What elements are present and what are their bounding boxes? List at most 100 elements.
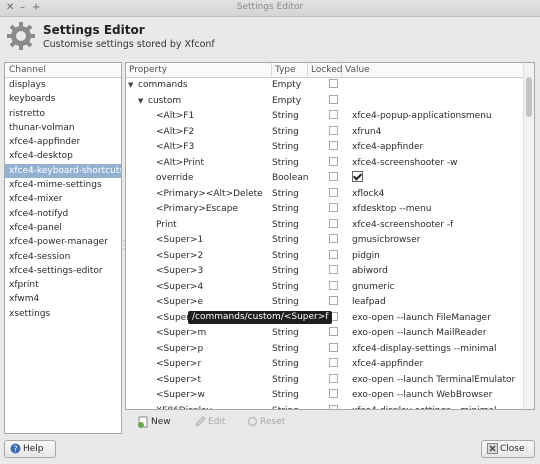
property-value-cell[interactable]: xfrun4 <box>342 125 534 141</box>
channel-item[interactable]: ristretto <box>5 107 121 121</box>
property-row[interactable]: <Super>r String xfce4-appfinder <box>126 357 524 373</box>
locked-checkbox[interactable] <box>328 249 338 259</box>
property-row[interactable]: <Super>1 String gmusicbrowser <box>126 233 524 249</box>
property-row[interactable]: Print String xfce4-screenshooter -f <box>126 218 524 234</box>
property-value-cell[interactable]: exo-open --launch FileManager <box>342 311 534 327</box>
property-value-cell[interactable]: exo-open --launch TerminalEmulator <box>342 373 534 389</box>
property-row[interactable]: <Primary>Escape String xfdesktop --menu <box>126 202 524 218</box>
locked-checkbox[interactable] <box>328 141 338 150</box>
property-row[interactable]: ▼ commands Empty <box>126 78 524 94</box>
column-property[interactable]: Property <box>126 63 272 77</box>
property-row[interactable]: <Super>2 String pidgin <box>126 249 524 265</box>
value-checkbox[interactable] <box>352 171 363 182</box>
channel-item[interactable]: xfce4-session <box>5 250 121 264</box>
property-row[interactable]: XF86Display String xfce4-display-settings … <box>126 404 524 409</box>
channel-column-header[interactable]: Channel <box>5 63 121 78</box>
locked-checkbox[interactable] <box>328 79 338 88</box>
property-row[interactable]: <Alt>F1 String xfce4-popup-applicationsmen… <box>126 109 524 125</box>
locked-checkbox[interactable] <box>328 125 338 135</box>
property-tree[interactable]: Property Type Locked Value ▼ commands Empt… <box>125 62 535 410</box>
locked-checkbox[interactable] <box>328 389 338 398</box>
property-row[interactable]: <Super>4 String gnumeric <box>126 280 524 296</box>
locked-checkbox[interactable] <box>328 342 338 352</box>
locked-checkbox[interactable] <box>328 280 338 290</box>
property-value-cell[interactable]: abiword <box>342 264 534 280</box>
locked-checkbox[interactable] <box>328 218 338 228</box>
locked-checkbox[interactable] <box>328 203 338 212</box>
property-value-cell[interactable]: xfce4-appfinder <box>342 140 534 156</box>
channel-item[interactable]: xfce4-panel <box>5 221 121 235</box>
locked-checkbox[interactable] <box>328 265 338 274</box>
property-row[interactable]: <Super>e String leafpad <box>126 295 524 311</box>
property-value-cell[interactable]: exo-open --launch MailReader <box>342 326 534 342</box>
channel-item[interactable]: xsettings <box>5 307 121 321</box>
property-value-cell[interactable]: xfce4-screenshooter -f <box>342 218 534 234</box>
property-row[interactable]: <Super>w String exo-open --launch WebBrows… <box>126 388 524 404</box>
property-value-cell[interactable]: pidgin <box>342 249 534 265</box>
property-row[interactable]: <Primary><Alt>Delete String xflock4 <box>126 187 524 203</box>
locked-checkbox[interactable] <box>328 327 338 336</box>
channel-item[interactable]: xfwm4 <box>5 292 121 306</box>
channel-item[interactable]: xfce4-settings-editor <box>5 264 121 278</box>
column-type[interactable]: Type <box>272 63 308 77</box>
locked-checkbox[interactable] <box>328 234 338 243</box>
close-button[interactable]: Close <box>481 440 535 458</box>
locked-checkbox[interactable] <box>328 156 338 166</box>
expander-arrow-icon[interactable]: ▼ <box>128 78 138 94</box>
property-row[interactable]: override Boolean <box>126 171 524 187</box>
property-row[interactable]: <Super>m String exo-open --launch MailRead… <box>126 326 524 342</box>
column-value[interactable]: Value <box>342 63 524 77</box>
property-row[interactable]: <Alt>F2 String xfrun4 <box>126 125 524 141</box>
property-value: xflock4 <box>352 188 385 199</box>
property-value: exo-open --launch MailReader <box>352 328 487 338</box>
column-locked[interactable]: Locked <box>308 63 342 77</box>
property-value-cell[interactable]: gmusicbrowser <box>342 233 534 249</box>
new-button[interactable]: New <box>137 415 171 429</box>
channel-item[interactable]: xfce4-mixer <box>5 192 121 206</box>
scrollbar-thumb[interactable] <box>526 77 532 117</box>
channel-item[interactable]: xfce4-appfinder <box>5 135 121 149</box>
channel-item[interactable]: xfce4-keyboard-shortcuts <box>5 163 121 179</box>
channel-item[interactable]: xfce4-desktop <box>5 149 121 163</box>
property-value-cell[interactable]: xfce4-screenshooter -w <box>342 156 534 172</box>
locked-checkbox[interactable] <box>328 94 338 104</box>
channel-item[interactable]: displays <box>5 78 121 92</box>
channel-item[interactable]: keyboards <box>5 92 121 106</box>
property-value-cell[interactable]: leafpad <box>342 295 534 311</box>
vertical-scrollbar[interactable] <box>523 63 534 409</box>
property-value-cell[interactable]: xfdesktop --menu <box>342 202 534 218</box>
property-value-cell[interactable]: xfce4-popup-applicationsmenu <box>342 109 534 125</box>
property-value-cell[interactable]: gnumeric <box>342 280 534 296</box>
property-value-cell[interactable]: xfce4-display-settings --minimal <box>342 342 534 358</box>
channel-item[interactable]: xfprint <box>5 278 121 292</box>
help-button[interactable]: ? Help <box>4 440 56 458</box>
channel-item[interactable]: xfce4-mime-settings <box>5 178 121 192</box>
property-value-cell[interactable]: xfce4-appfinder <box>342 357 534 373</box>
locked-checkbox[interactable] <box>328 373 338 383</box>
property-row[interactable]: <Alt>Print String xfce4-screenshooter -w <box>126 156 524 172</box>
property-row[interactable]: <Super>3 String abiword <box>126 264 524 280</box>
locked-checkbox[interactable] <box>328 110 338 119</box>
expander-arrow-icon[interactable]: ▼ <box>138 94 148 110</box>
locked-checkbox[interactable] <box>328 296 338 305</box>
channel-item[interactable]: xfce4-notifyd <box>5 207 121 221</box>
property-value-cell[interactable]: xflock4 <box>342 187 534 203</box>
property-row[interactable]: <Super>t String exo-open --launch Terminal… <box>126 373 524 389</box>
property-value-cell[interactable] <box>342 171 534 187</box>
header-title: Settings Editor <box>43 23 145 37</box>
property-value-cell[interactable]: exo-open --launch WebBrowser <box>342 388 534 404</box>
property-row[interactable]: ▼ custom Empty <box>126 94 524 110</box>
edit-button[interactable]: Edit <box>195 415 225 429</box>
reset-button[interactable]: Reset <box>247 415 285 429</box>
property-row[interactable]: <Alt>F3 String xfce4-appfinder <box>126 140 524 156</box>
property-row[interactable]: <Super>p String xfce4-display-settings --m… <box>126 342 524 358</box>
locked-checkbox[interactable] <box>328 404 338 409</box>
channel-item[interactable]: xfce4-power-manager <box>5 235 121 249</box>
locked-checkbox[interactable] <box>328 187 338 197</box>
property-name-cell: ▼ commands <box>126 78 272 94</box>
locked-checkbox[interactable] <box>328 358 338 367</box>
channel-item[interactable]: thunar-volman <box>5 121 121 135</box>
locked-checkbox[interactable] <box>328 172 338 181</box>
property-value-cell[interactable]: xfce4-display-settings --minimal <box>342 404 534 410</box>
channel-list[interactable]: Channel displays keyboards ristretto thunar… <box>4 62 122 434</box>
